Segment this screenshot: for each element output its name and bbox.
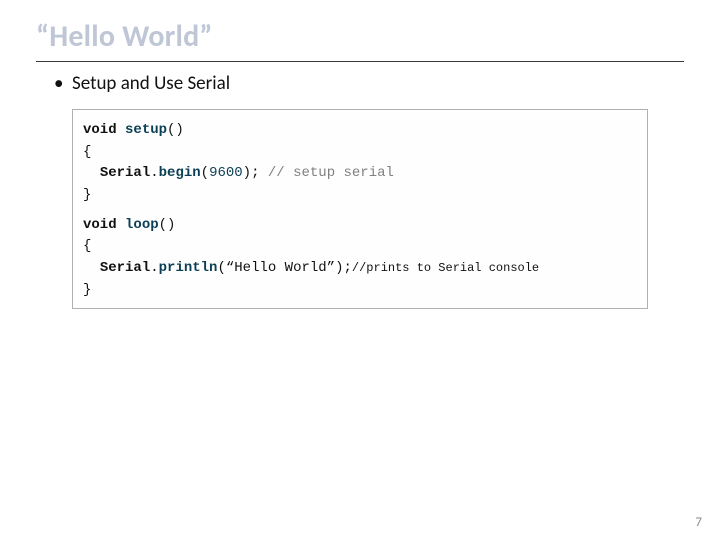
dot: . [150,165,158,181]
code-line-8: } [83,280,637,302]
obj-serial: Serial [100,165,150,181]
keyword-void-2: void [83,217,117,233]
baud-rate: 9600 [209,165,243,181]
slide: “Hello World” Setup and Use Serial void … [0,0,720,309]
open-paren-2: ( [217,260,225,276]
bullet-list: Setup and Use Serial [36,72,684,95]
code-line-1: void setup() [83,120,637,142]
code-line-2: { [83,142,637,164]
code-line-3: Serial.begin(9600); // setup serial [83,163,637,185]
obj-serial-2: Serial [100,260,150,276]
fn-begin: begin [159,165,201,181]
comment-prints: //prints to Serial console [352,261,539,275]
dot-2: . [150,260,158,276]
parens: () [167,122,184,138]
code-line-6: { [83,236,637,258]
fn-setup: setup [125,122,167,138]
close-paren: ); [243,165,268,181]
open-paren: ( [201,165,209,181]
code-block: void setup() { Serial.begin(9600); // se… [72,109,648,309]
fn-loop: loop [125,217,159,233]
close-paren-2: ); [335,260,352,276]
keyword-void: void [83,122,117,138]
parens-2: () [159,217,176,233]
page-number: 7 [695,515,702,530]
title-rule [36,61,684,62]
code-line-4: } [83,185,637,207]
code-spacer [83,207,637,215]
slide-title: “Hello World” [36,18,684,61]
bullet-item: Setup and Use Serial [72,72,684,95]
code-line-7: Serial.println(“Hello World”);//prints t… [83,258,637,280]
string-hello: “Hello World” [226,260,335,276]
code-line-5: void loop() [83,215,637,237]
comment-setup: // setup serial [268,165,394,181]
fn-println: println [159,260,218,276]
